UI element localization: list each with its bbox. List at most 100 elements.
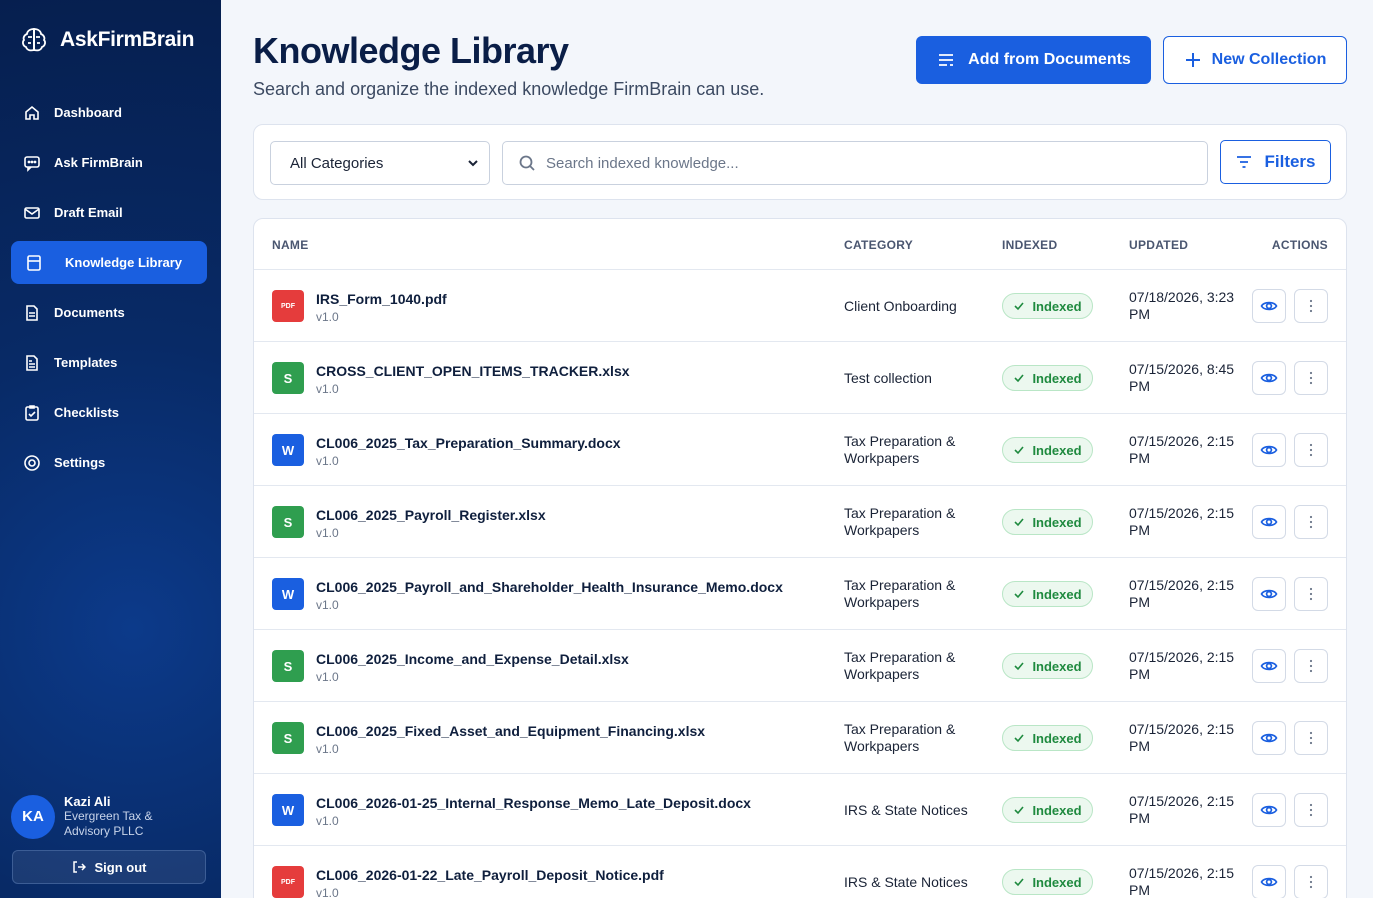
view-button[interactable]: [1252, 865, 1286, 898]
file-name[interactable]: CL006_2025_Fixed_Asset_and_Equipment_Fin…: [316, 723, 705, 739]
updated-date: 07/15/2026, 2:15 PM: [1129, 433, 1235, 466]
settings-icon: [24, 454, 40, 471]
check-icon: [1014, 734, 1025, 743]
user-name: Kazi Ali: [64, 794, 111, 809]
chat-icon: [24, 155, 40, 172]
more-actions-button[interactable]: [1294, 289, 1328, 323]
more-vertical-icon: [1309, 803, 1313, 817]
sidebar-item-dashboard[interactable]: Dashboard: [11, 91, 207, 134]
file-name[interactable]: CL006_2025_Payroll_Register.xlsx: [316, 507, 546, 523]
table-row[interactable]: W CL006_2025_Payroll_and_Shareholder_Hea…: [254, 558, 1346, 630]
column-header-updated[interactable]: UPDATED: [1129, 238, 1188, 252]
more-vertical-icon: [1309, 587, 1313, 601]
updated-date: 07/15/2026, 2:15 PM: [1129, 865, 1235, 898]
status-label: Indexed: [1032, 874, 1082, 890]
view-button[interactable]: [1252, 505, 1286, 539]
sidebar-item-documents[interactable]: Documents: [11, 291, 207, 334]
eye-icon: [1260, 445, 1278, 455]
file-name[interactable]: CL006_2025_Payroll_and_Shareholder_Healt…: [316, 579, 783, 595]
sidebar-item-settings[interactable]: Settings: [11, 441, 207, 484]
column-header-indexed[interactable]: INDEXED: [1002, 238, 1057, 252]
more-actions-button[interactable]: [1294, 505, 1328, 539]
more-actions-button[interactable]: [1294, 721, 1328, 755]
sidebar-item-label: Draft Email: [54, 205, 123, 220]
view-button[interactable]: [1252, 577, 1286, 611]
page-subtitle: Search and organize the indexed knowledg…: [253, 79, 765, 99]
more-actions-button[interactable]: [1294, 361, 1328, 395]
table-row[interactable]: S CL006_2025_Payroll_Register.xlsx v1.0 …: [254, 486, 1346, 558]
file-name[interactable]: IRS_Form_1040.pdf: [316, 291, 447, 307]
table-row[interactable]: PDF IRS_Form_1040.pdf v1.0 Client Onboar…: [254, 270, 1346, 342]
sidebar-item-templates[interactable]: Templates: [11, 341, 207, 384]
table-row[interactable]: S CL006_2025_Income_and_Expense_Detail.x…: [254, 630, 1346, 702]
table-row[interactable]: W CL006_2026-01-25_Internal_Response_Mem…: [254, 774, 1346, 846]
check-icon: [1014, 806, 1025, 815]
sidebar-item-knowledge-library[interactable]: Knowledge Library: [11, 241, 207, 284]
add-from-documents-button[interactable]: Add from Documents: [916, 36, 1151, 84]
table-row[interactable]: W CL006_2025_Tax_Preparation_Summary.doc…: [254, 414, 1346, 486]
table-body: PDF IRS_Form_1040.pdf v1.0 Client Onboar…: [254, 270, 1346, 898]
chevron-down-icon: [468, 160, 478, 167]
view-button[interactable]: [1252, 433, 1286, 467]
file-type-icon: S: [272, 650, 304, 682]
file-name[interactable]: CL006_2026-01-22_Late_Payroll_Deposit_No…: [316, 867, 664, 883]
file-type-icon: S: [272, 722, 304, 754]
table-header: NAME CATEGORY INDEXED UPDATED ACTIONS: [254, 219, 1346, 270]
view-button[interactable]: [1252, 649, 1286, 683]
sidebar-item-label: Templates: [54, 355, 118, 370]
search-input[interactable]: [546, 154, 1186, 172]
sign-out-icon: [72, 861, 86, 873]
file-name[interactable]: CL006_2026-01-25_Internal_Response_Memo_…: [316, 795, 751, 811]
plus-icon: [1185, 53, 1200, 67]
sidebar-item-draft-email[interactable]: Draft Email: [11, 191, 207, 234]
file-name[interactable]: CROSS_CLIENT_OPEN_ITEMS_TRACKER.xlsx: [316, 363, 630, 379]
table-row[interactable]: PDF CL006_2026-01-22_Late_Payroll_Deposi…: [254, 846, 1346, 898]
file-version: v1.0: [316, 598, 339, 612]
sign-out-button[interactable]: Sign out: [12, 850, 206, 884]
file-type-icon: PDF: [272, 290, 304, 322]
more-actions-button[interactable]: [1294, 865, 1328, 898]
table-row[interactable]: S CROSS_CLIENT_OPEN_ITEMS_TRACKER.xlsx v…: [254, 342, 1346, 414]
file-version: v1.0: [316, 382, 339, 396]
table-row[interactable]: S CL006_2025_Fixed_Asset_and_Equipment_F…: [254, 702, 1346, 774]
view-button[interactable]: [1252, 361, 1286, 395]
filters-label: Filters: [1264, 152, 1316, 171]
file-name[interactable]: CL006_2025_Tax_Preparation_Summary.docx: [316, 435, 621, 451]
status-badge: Indexed: [1002, 797, 1093, 823]
more-actions-button[interactable]: [1294, 793, 1328, 827]
eye-icon: [1260, 805, 1278, 815]
more-actions-button[interactable]: [1294, 649, 1328, 683]
add-from-documents-label: Add from Documents: [968, 51, 1131, 68]
file-type-icon: W: [272, 794, 304, 826]
status-label: Indexed: [1032, 802, 1082, 818]
view-button[interactable]: [1252, 793, 1286, 827]
more-vertical-icon: [1309, 659, 1313, 673]
file-name[interactable]: CL006_2025_Income_and_Expense_Detail.xls…: [316, 651, 629, 667]
updated-date: 07/15/2026, 2:15 PM: [1129, 721, 1235, 754]
view-button[interactable]: [1252, 721, 1286, 755]
filters-button[interactable]: Filters: [1220, 140, 1331, 184]
sidebar-nav: Dashboard Ask FirmBrain Draft Email Know…: [11, 91, 207, 491]
more-actions-button[interactable]: [1294, 577, 1328, 611]
sidebar-item-ask-firmbrain[interactable]: Ask FirmBrain: [11, 141, 207, 184]
new-collection-button[interactable]: New Collection: [1163, 36, 1347, 84]
status-badge: Indexed: [1002, 293, 1093, 319]
category-select[interactable]: All Categories: [270, 141, 490, 185]
updated-date: 07/18/2026, 3:23 PM: [1129, 289, 1235, 322]
column-header-name[interactable]: NAME: [272, 238, 309, 252]
user-organization: Evergreen Tax & Advisory PLLC: [64, 809, 153, 838]
sign-out-label: Sign out: [94, 859, 147, 875]
more-vertical-icon: [1309, 443, 1313, 457]
file-type-icon: S: [272, 506, 304, 538]
app-logo[interactable]: AskFirmBrain: [18, 24, 194, 56]
eye-icon: [1260, 373, 1278, 383]
column-header-category[interactable]: CATEGORY: [844, 238, 913, 252]
file-type-icon: W: [272, 434, 304, 466]
sidebar-item-label: Ask FirmBrain: [54, 155, 143, 170]
search-box: [502, 141, 1208, 185]
view-button[interactable]: [1252, 289, 1286, 323]
file-category: Tax Preparation & Workpapers: [844, 433, 956, 466]
sidebar-item-checklists[interactable]: Checklists: [11, 391, 207, 434]
more-actions-button[interactable]: [1294, 433, 1328, 467]
brain-icon: [22, 28, 46, 52]
